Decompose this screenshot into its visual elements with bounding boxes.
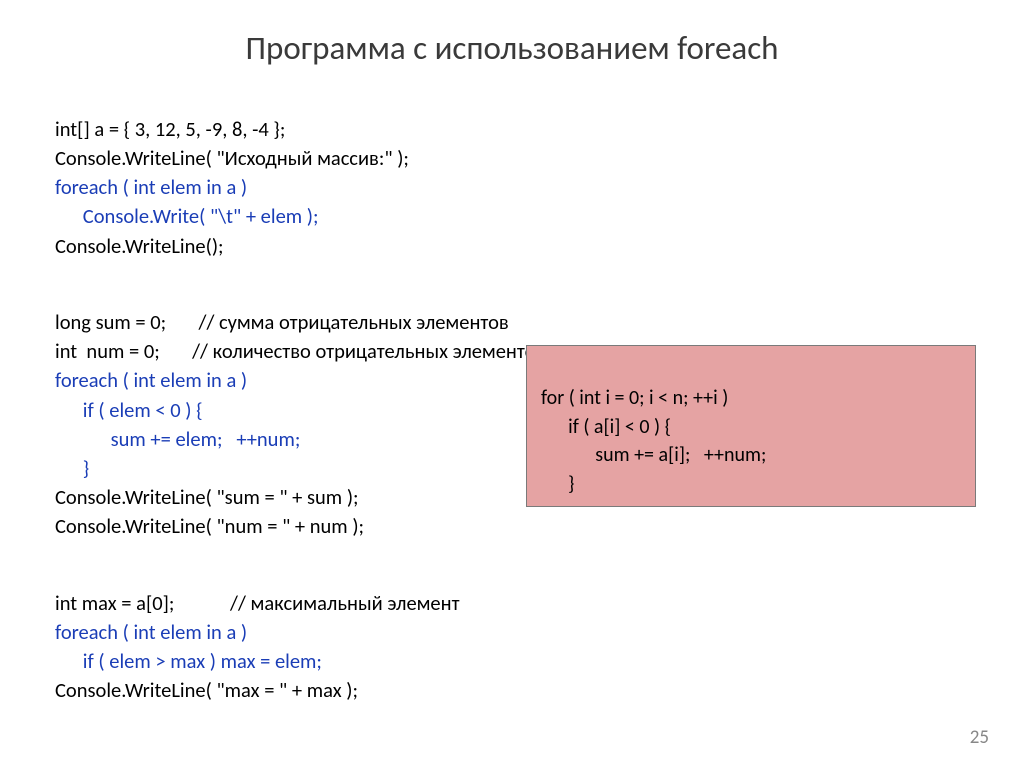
page-number: 25 [970,726,989,749]
code-line: foreach ( int elem in a ) [55,619,247,645]
code-line: foreach ( int elem in a ) [55,367,247,393]
code-line: long sum = 0; // сумма отрицательных эле… [55,309,509,335]
code-line: sum += elem; ++num; [55,426,300,452]
code-line: foreach ( int elem in a ) [55,174,247,200]
slide-container: Программа с использованием foreach int[]… [0,0,1024,767]
code-line: Console.WriteLine(); [55,233,224,259]
callout-line: sum += a[i]; ++num; [541,443,766,467]
code-line: int max = a[0]; // максимальный элемент [55,590,460,616]
code-line: Console.Write( "\t" + elem ); [55,203,319,229]
callout-line: for ( int i = 0; i < n; ++i ) [541,386,728,410]
code-line: Console.WriteLine( "num = " + num ); [55,513,364,539]
code-line: } [55,455,89,481]
code-line: int num = 0; // количество отрицательных… [55,338,545,364]
code-line: Console.WriteLine( "Исходный массив:" ); [55,145,409,171]
code-line: Console.WriteLine( "sum = " + sum ); [55,484,359,510]
callout-line: } [541,472,574,496]
code-line: Console.WriteLine( "max = " + max ); [55,677,358,703]
slide-title: Программа с использованием foreach [55,28,969,68]
code-line: int[] a = { 3, 12, 5, -9, 8, -4 }; [55,116,285,142]
comparison-callout: for ( int i = 0; i < n; ++i ) if ( a[i] … [526,345,976,507]
callout-line: if ( a[i] < 0 ) { [541,415,671,439]
code-line: if ( elem > max ) max = elem; [55,648,322,674]
code-line: if ( elem < 0 ) { [55,397,203,423]
